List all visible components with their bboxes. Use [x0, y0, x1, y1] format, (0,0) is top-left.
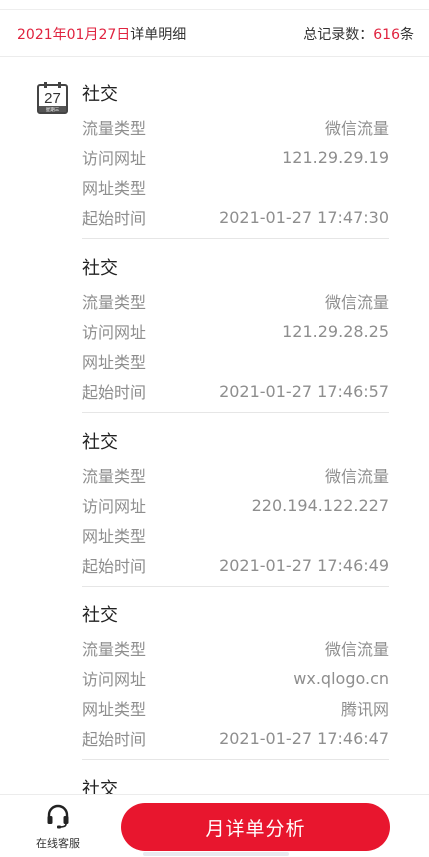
url-value: 121.29.28.25 [282, 321, 389, 341]
start-time-value: 2021-01-27 17:46:49 [219, 555, 389, 575]
record-category: 社交 [82, 605, 118, 626]
url-type-label: 网址类型 [82, 353, 147, 372]
record-traffic-type-row: 流量类型 微信流量 [82, 633, 389, 663]
record-url-row: 访问网址 220.194.122.227 [82, 490, 389, 520]
url-label: 访问网址 [82, 497, 147, 516]
start-time-label: 起始时间 [82, 209, 147, 228]
record-traffic-type-row: 流量类型 微信流量 [82, 286, 389, 316]
url-type-label: 网址类型 [82, 527, 147, 546]
header-date-title: 2021年01月27日详单明细 [17, 24, 186, 44]
record-url-type-row: 网址类型 [82, 172, 389, 202]
record-traffic-type-row: 流量类型 微信流量 [82, 460, 389, 490]
detail-header: 2021年01月27日详单明细 总记录数：616条 [0, 11, 429, 57]
record-item[interactable]: 社交 流量类型 微信流量 访问网址 121.29.28.25 网址类型 起始时间 20… [82, 248, 389, 413]
record-category: 社交 [82, 258, 118, 279]
record-item[interactable]: 社交 流量类型 微信流量 访问网址 220.194.122.227 网址类型 起始时… [82, 422, 389, 587]
url-type-value: 腾讯网 [340, 700, 389, 719]
header-total-label: 总记录数： [303, 26, 374, 43]
traffic-type-label: 流量类型 [82, 467, 147, 486]
record-divider [82, 412, 389, 413]
url-label: 访问网址 [82, 149, 147, 168]
record-category: 社交 [82, 432, 118, 453]
record-start-time-row: 起始时间 2021-01-27 17:46:49 [82, 550, 389, 580]
record-category: 社交 [82, 84, 118, 105]
record-traffic-type-row: 流量类型 微信流量 [82, 112, 389, 142]
calendar-icon: 27 星期三 [37, 82, 68, 114]
calendar-weekday: 星期三 [46, 107, 60, 113]
status-spacer [0, 0, 429, 10]
traffic-type-value: 微信流量 [324, 640, 389, 659]
record-url-type-row: 网址类型 [82, 520, 389, 550]
url-value: wx.qlogo.cn [293, 668, 389, 688]
record-start-time-row: 起始时间 2021-01-27 17:46:57 [82, 376, 389, 406]
start-time-label: 起始时间 [82, 557, 147, 576]
traffic-type-label: 流量类型 [82, 293, 147, 312]
record-url-row: 访问网址 wx.qlogo.cn [82, 663, 389, 693]
url-value: 220.194.122.227 [251, 495, 389, 515]
record-start-time-row: 起始时间 2021-01-27 17:47:30 [82, 202, 389, 232]
url-type-label: 网址类型 [82, 179, 147, 198]
record-url-row: 访问网址 121.29.28.25 [82, 316, 389, 346]
url-value: 121.29.29.19 [282, 147, 389, 167]
record-url-type-row: 网址类型 腾讯网 [82, 693, 389, 723]
record-start-time-row: 起始时间 2021-01-27 17:46:47 [82, 723, 389, 753]
home-indicator [143, 852, 289, 856]
record-url-row: 访问网址 121.29.29.19 [82, 142, 389, 172]
traffic-type-label: 流量类型 [82, 119, 147, 138]
url-type-label: 网址类型 [82, 700, 147, 719]
record-item[interactable]: 社交 流量类型 微信流量 访问网址 121.29.29.19 网址类型 起始时间 20… [82, 74, 389, 239]
start-time-value: 2021-01-27 17:46:57 [219, 381, 389, 401]
record-item[interactable]: 社交 [82, 769, 389, 794]
header-total-unit: 条 [400, 26, 414, 43]
header-total-count: 616 [373, 26, 400, 43]
headset-icon [47, 804, 69, 829]
calendar-day: 27 [44, 90, 61, 107]
record-divider [82, 586, 389, 587]
online-service-button[interactable]: 在线客服 [28, 803, 88, 851]
header-total: 总记录数：616条 [303, 24, 414, 44]
traffic-type-value: 微信流量 [324, 293, 389, 312]
record-item[interactable]: 社交 流量类型 微信流量 访问网址 wx.qlogo.cn 网址类型 腾讯网 起始时间… [82, 595, 389, 760]
traffic-type-value: 微信流量 [324, 467, 389, 486]
record-list[interactable]: 27 星期三 社交 流量类型 微信流量 访问网址 121.29.29.19 网址类型… [0, 58, 429, 794]
traffic-type-value: 微信流量 [324, 119, 389, 138]
start-time-label: 起始时间 [82, 730, 147, 749]
header-date: 2021年01月27日 [17, 26, 131, 43]
start-time-value: 2021-01-27 17:46:47 [219, 728, 389, 748]
online-service-label: 在线客服 [36, 837, 80, 850]
header-suffix: 详单明细 [130, 26, 187, 43]
traffic-type-label: 流量类型 [82, 640, 147, 659]
record-divider [82, 238, 389, 239]
start-time-value: 2021-01-27 17:47:30 [219, 207, 389, 227]
monthly-analysis-button[interactable]: 月详单分析 [121, 803, 390, 851]
record-category: 社交 [82, 779, 118, 794]
record-url-type-row: 网址类型 [82, 346, 389, 376]
url-label: 访问网址 [82, 323, 147, 342]
record-divider [82, 759, 389, 760]
start-time-label: 起始时间 [82, 383, 147, 402]
url-label: 访问网址 [82, 670, 147, 689]
bottom-bar: 在线客服 月详单分析 [0, 794, 429, 857]
